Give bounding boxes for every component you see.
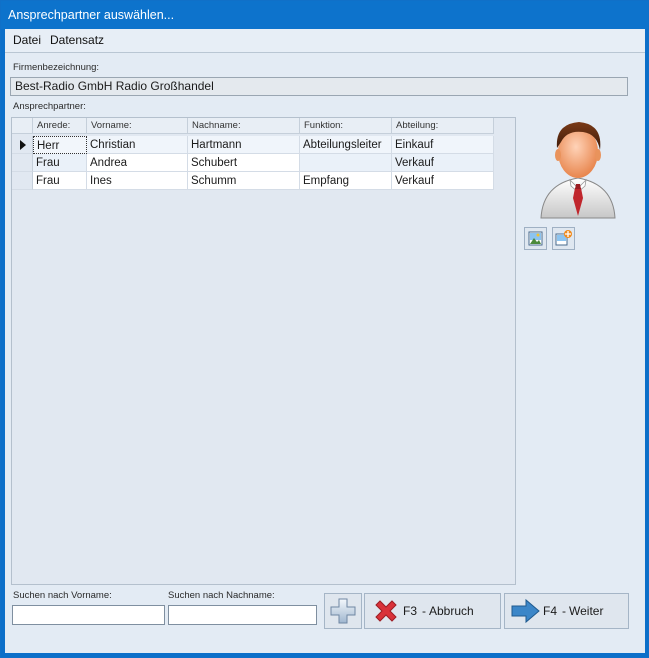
cell-anrede[interactable]: Frau [33, 172, 87, 190]
cell-vorname[interactable]: Ines [87, 172, 188, 190]
cell-vorname[interactable]: Andrea [87, 154, 188, 172]
cancel-key-label: F3 [403, 604, 418, 618]
table-row[interactable]: Frau Andrea Schubert Verkauf [12, 154, 494, 172]
search-nachname-input[interactable] [168, 605, 317, 625]
menu-datensatz[interactable]: Datensatz [50, 33, 104, 47]
row-indicator-header [12, 118, 33, 134]
search-nachname-label: Suchen nach Nachname: [168, 590, 275, 601]
red-x-icon [375, 600, 397, 622]
column-header-nachname[interactable]: Nachname: [188, 118, 300, 134]
column-header-anrede[interactable]: Anrede: [33, 118, 87, 134]
next-key-label: F4 [543, 604, 558, 618]
menu-bar: Datei Datensatz [5, 29, 645, 53]
cell-nachname[interactable]: Hartmann [188, 136, 300, 154]
column-header-abteilung[interactable]: Abteilung: [392, 118, 494, 134]
add-button[interactable] [324, 593, 362, 629]
cell-abteilung[interactable]: Einkauf [392, 136, 494, 154]
current-row-arrow-icon [20, 140, 26, 150]
row-indicator [12, 172, 33, 190]
contacts-grid[interactable]: Anrede: Vorname: Nachname: Funktion: Abt… [11, 117, 516, 585]
cancel-button[interactable]: F3 - Abbruch [364, 593, 501, 629]
cell-anrede[interactable]: Herr [33, 136, 87, 154]
row-indicator [12, 136, 33, 154]
table-row[interactable]: Frau Ines Schumm Empfang Verkauf [12, 172, 494, 190]
cancel-button-label: Abbruch [429, 604, 474, 618]
dialog-client-area: Datei Datensatz Firmenbezeichnung: Best-… [5, 29, 645, 653]
column-header-vorname[interactable]: Vorname: [87, 118, 188, 134]
contacts-label: Ansprechpartner: [13, 101, 86, 112]
search-vorname-label: Suchen nach Vorname: [13, 590, 112, 601]
menu-datei[interactable]: Datei [13, 33, 41, 47]
cell-nachname[interactable]: Schubert [188, 154, 300, 172]
cell-vorname[interactable]: Christian [87, 136, 188, 154]
cell-funktion[interactable] [300, 154, 392, 172]
blue-arrow-right-icon [511, 598, 540, 624]
edit-picture-icon [555, 230, 572, 246]
grid-header: Anrede: Vorname: Nachname: Funktion: Abt… [12, 118, 494, 134]
cell-anrede[interactable]: Frau [33, 154, 87, 172]
next-button[interactable]: F4 - Weiter [504, 593, 629, 629]
edit-picture-button[interactable] [552, 227, 575, 250]
row-indicator [12, 154, 33, 172]
cancel-separator: - [422, 604, 426, 618]
dialog-window: Ansprechpartner auswählen... Datei Daten… [0, 0, 649, 658]
cell-abteilung[interactable]: Verkauf [392, 154, 494, 172]
firm-label: Firmenbezeichnung: [13, 62, 100, 73]
person-avatar-icon [540, 122, 616, 219]
cell-funktion[interactable]: Empfang [300, 172, 392, 190]
table-row[interactable]: Herr Christian Hartmann Abteilungsleiter… [12, 136, 494, 154]
cell-abteilung[interactable]: Verkauf [392, 172, 494, 190]
picture-button[interactable] [524, 227, 547, 250]
column-header-funktion[interactable]: Funktion: [300, 118, 392, 134]
cell-funktion[interactable]: Abteilungsleiter [300, 136, 392, 154]
next-button-label: Weiter [569, 604, 604, 618]
window-title: Ansprechpartner auswählen... [1, 1, 648, 29]
plus-icon [330, 598, 356, 624]
cell-nachname[interactable]: Schumm [188, 172, 300, 190]
search-vorname-input[interactable] [12, 605, 165, 625]
picture-icon [528, 231, 543, 246]
firm-name-field: Best-Radio GmbH Radio Großhandel [10, 77, 628, 96]
next-separator: - [562, 604, 566, 618]
